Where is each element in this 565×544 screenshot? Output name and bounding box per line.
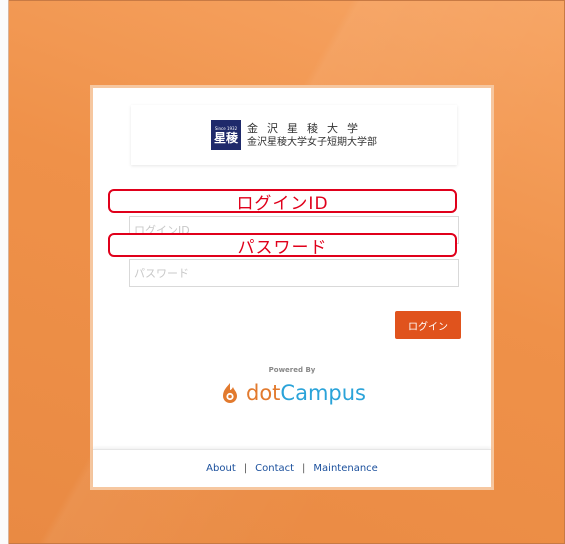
password-callout: パスワード: [108, 233, 457, 258]
password-input[interactable]: [129, 259, 459, 287]
contact-link[interactable]: Contact: [255, 463, 294, 474]
window-left-edge: [0, 0, 9, 544]
footer-separator: |: [243, 462, 248, 474]
emblem-kanji: 星稜: [213, 130, 238, 145]
powered-by-label: Powered By: [268, 366, 316, 374]
university-logo-box: Since 1932 星稜 金沢星稜大学 金沢星稜大学女子短期大学部: [131, 105, 457, 165]
dotcampus-wordmark: dotCampus: [246, 380, 366, 406]
login-button[interactable]: ログイン: [395, 311, 461, 339]
login-id-callout: ログインID: [108, 189, 457, 214]
login-card: Since 1932 星稜 金沢星稜大学 金沢星稜大学女子短期大学部 ログイン …: [90, 85, 494, 490]
dotcampus-flame-icon: [223, 383, 237, 403]
dotcampus-logo: dotCampus: [93, 380, 491, 406]
university-name-line2: 金沢星稜大学女子短期大学部: [247, 136, 377, 148]
dotcampus-wordmark-dot: dot: [246, 381, 281, 405]
dotcampus-wordmark-campus: Campus: [280, 381, 366, 405]
university-emblem-icon: Since 1932 星稜: [211, 120, 241, 150]
maintenance-link[interactable]: Maintenance: [313, 463, 377, 474]
footer-links: About | Contact | Maintenance: [93, 449, 491, 486]
footer-separator: |: [302, 462, 306, 474]
about-link[interactable]: About: [206, 463, 236, 474]
university-name: 金沢星稜大学 金沢星稜大学女子短期大学部: [247, 122, 377, 149]
university-name-line1: 金沢星稜大学: [247, 121, 367, 135]
